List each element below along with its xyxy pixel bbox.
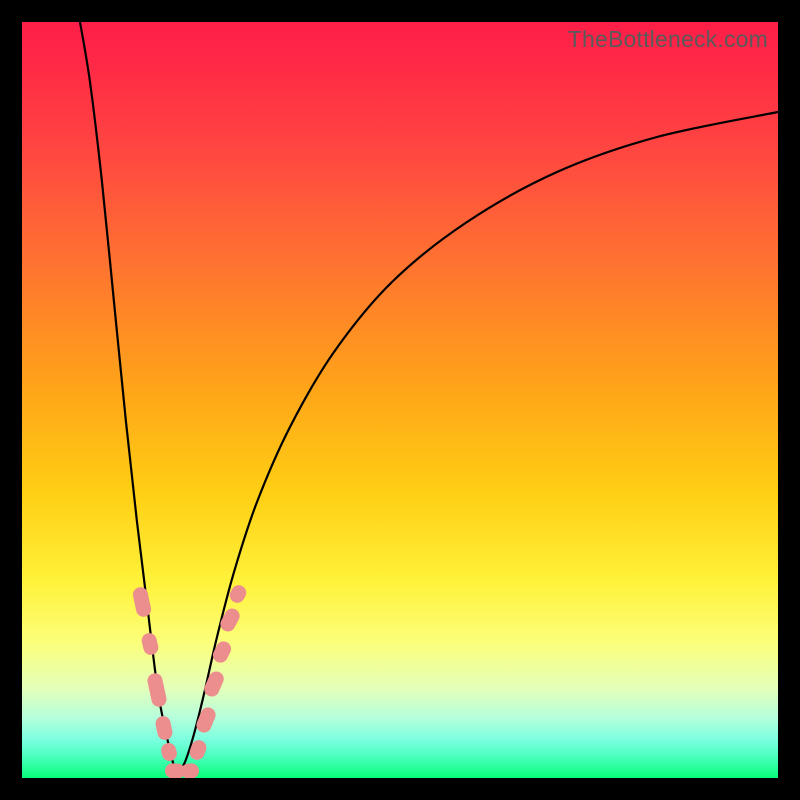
- curve-left-branch: [80, 22, 178, 774]
- outer-frame: TheBottleneck.com: [0, 0, 800, 800]
- data-marker: [159, 741, 178, 762]
- data-marker: [210, 639, 233, 665]
- data-marker: [132, 586, 153, 618]
- data-marker: [154, 715, 174, 742]
- data-marker: [146, 672, 168, 708]
- watermark-text: TheBottleneck.com: [568, 26, 768, 53]
- plot-area: TheBottleneck.com: [22, 22, 778, 778]
- chart-svg: [22, 22, 778, 778]
- curve-right-branch: [178, 112, 778, 774]
- data-marker: [140, 632, 160, 657]
